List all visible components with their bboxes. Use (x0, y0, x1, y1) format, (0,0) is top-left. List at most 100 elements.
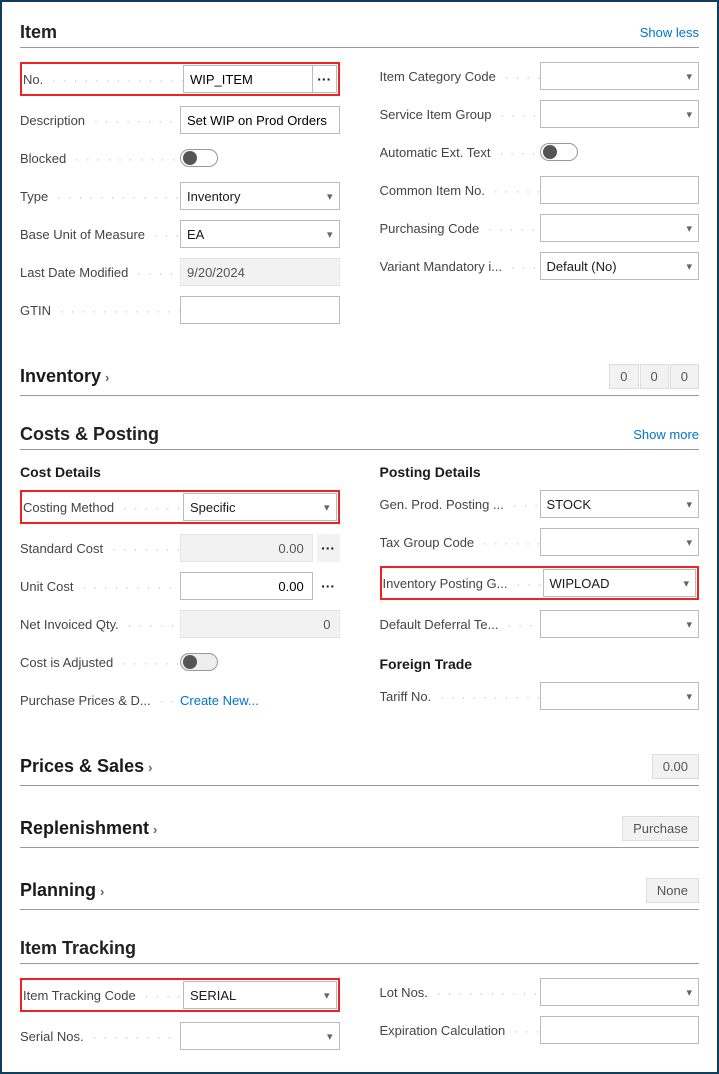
chevron-right-icon: › (105, 370, 109, 385)
serial-nos-select[interactable]: ▾ (180, 1022, 340, 1050)
item-tracking-code-select[interactable]: SERIAL▾ (183, 981, 337, 1009)
blocked-toggle[interactable] (180, 149, 218, 167)
costing-method-select[interactable]: Specific▾ (183, 493, 337, 521)
chevron-down-icon: ▾ (686, 108, 692, 121)
costing-method-highlight: Costing Method Specific▾ (20, 490, 340, 524)
base-uom-label: Base Unit of Measure (20, 227, 180, 242)
expiration-calc-label: Expiration Calculation (380, 1023, 540, 1038)
chevron-down-icon: ▾ (327, 190, 333, 203)
type-label: Type (20, 189, 180, 204)
net-invoiced-qty-input (180, 610, 340, 638)
description-label: Description (20, 113, 180, 128)
chevron-right-icon: › (148, 760, 152, 775)
no-field-highlight: No. ··· (20, 62, 340, 96)
costs-section-title: Costs & Posting (20, 424, 159, 445)
standard-cost-label: Standard Cost (20, 541, 180, 556)
type-select[interactable]: Inventory▾ (180, 182, 340, 210)
purchasing-code-select[interactable]: ▾ (540, 214, 700, 242)
tariff-no-label: Tariff No. (380, 689, 540, 704)
last-modified-value (180, 258, 340, 286)
prices-sales-section-title[interactable]: Prices & Sales› (20, 756, 152, 777)
unit-cost-lookup-button[interactable]: ··· (317, 572, 340, 600)
variant-mandatory-select[interactable]: Default (No)▾ (540, 252, 700, 280)
base-uom-select[interactable]: EA▾ (180, 220, 340, 248)
replenishment-badge: Purchase (622, 816, 699, 841)
cost-adjusted-label: Cost is Adjusted (20, 655, 180, 670)
standard-cost-input (180, 534, 313, 562)
chevron-down-icon: ▾ (683, 577, 689, 590)
chevron-right-icon: › (153, 822, 157, 837)
item-category-label: Item Category Code (380, 69, 540, 84)
item-tracking-code-highlight: Item Tracking Code SERIAL▾ (20, 978, 340, 1012)
foreign-trade-heading: Foreign Trade (380, 656, 700, 672)
no-lookup-button[interactable]: ··· (313, 65, 336, 93)
chevron-down-icon: ▾ (327, 1030, 333, 1043)
purchase-prices-label: Purchase Prices & D... (20, 693, 180, 708)
chevron-down-icon: ▾ (686, 70, 692, 83)
inventory-section-title[interactable]: Inventory› (20, 366, 109, 387)
gtin-label: GTIN (20, 303, 180, 318)
chevron-right-icon: › (100, 884, 104, 899)
auto-ext-text-label: Automatic Ext. Text (380, 145, 540, 160)
chevron-down-icon: ▾ (324, 501, 330, 514)
chevron-down-icon: ▾ (686, 260, 692, 273)
planning-badge: None (646, 878, 699, 903)
variant-mandatory-label: Variant Mandatory i... (380, 259, 540, 274)
inventory-badge-1: 0 (640, 364, 669, 389)
gen-prod-posting-select[interactable]: STOCK▾ (540, 490, 700, 518)
chevron-down-icon: ▾ (324, 989, 330, 1002)
tax-group-code-label: Tax Group Code (380, 535, 540, 550)
gtin-input[interactable] (180, 296, 340, 324)
cost-details-heading: Cost Details (20, 464, 340, 480)
common-item-no-label: Common Item No. (380, 183, 540, 198)
expiration-calc-input[interactable] (540, 1016, 700, 1044)
lot-nos-select[interactable]: ▾ (540, 978, 700, 1006)
chevron-down-icon: ▾ (686, 690, 692, 703)
chevron-down-icon: ▾ (686, 618, 692, 631)
inventory-posting-group-highlight: Inventory Posting G... WIPLOAD▾ (380, 566, 700, 600)
inventory-posting-group-label: Inventory Posting G... (383, 576, 543, 591)
item-tracking-code-label: Item Tracking Code (23, 988, 183, 1003)
last-modified-label: Last Date Modified (20, 265, 180, 280)
chevron-down-icon: ▾ (686, 536, 692, 549)
no-label: No. (23, 72, 183, 87)
item-category-select[interactable]: ▾ (540, 62, 700, 90)
serial-nos-label: Serial Nos. (20, 1029, 180, 1044)
default-deferral-label: Default Deferral Te... (380, 617, 540, 632)
tax-group-code-select[interactable]: ▾ (540, 528, 700, 556)
unit-cost-input[interactable] (180, 572, 313, 600)
common-item-no-input[interactable] (540, 176, 700, 204)
prices-sales-badge: 0.00 (652, 754, 699, 779)
auto-ext-text-toggle[interactable] (540, 143, 578, 161)
costing-method-label: Costing Method (23, 500, 183, 515)
replenishment-section-title[interactable]: Replenishment› (20, 818, 157, 839)
costs-show-more-link[interactable]: Show more (633, 427, 699, 442)
cost-adjusted-toggle (180, 653, 218, 671)
net-invoiced-qty-label: Net Invoiced Qty. (20, 617, 180, 632)
item-tracking-section-title: Item Tracking (20, 938, 136, 959)
inventory-posting-group-select[interactable]: WIPLOAD▾ (543, 569, 697, 597)
tariff-no-select[interactable]: ▾ (540, 682, 700, 710)
inventory-badge-2: 0 (670, 364, 699, 389)
service-item-group-label: Service Item Group (380, 107, 540, 122)
posting-details-heading: Posting Details (380, 464, 700, 480)
chevron-down-icon: ▾ (686, 498, 692, 511)
inventory-badge-0: 0 (609, 364, 638, 389)
planning-section-title[interactable]: Planning› (20, 880, 104, 901)
standard-cost-lookup-button[interactable]: ··· (317, 534, 340, 562)
blocked-label: Blocked (20, 151, 180, 166)
service-item-group-select[interactable]: ▾ (540, 100, 700, 128)
item-show-less-link[interactable]: Show less (640, 25, 699, 40)
chevron-down-icon: ▾ (686, 222, 692, 235)
default-deferral-select[interactable]: ▾ (540, 610, 700, 638)
gen-prod-posting-label: Gen. Prod. Posting ... (380, 497, 540, 512)
chevron-down-icon: ▾ (686, 986, 692, 999)
unit-cost-label: Unit Cost (20, 579, 180, 594)
lot-nos-label: Lot Nos. (380, 985, 540, 1000)
item-section-title: Item (20, 22, 57, 43)
purchasing-code-label: Purchasing Code (380, 221, 540, 236)
description-input[interactable] (180, 106, 340, 134)
chevron-down-icon: ▾ (327, 228, 333, 241)
purchase-prices-create-link[interactable]: Create New... (180, 693, 259, 708)
no-input[interactable] (183, 65, 313, 93)
